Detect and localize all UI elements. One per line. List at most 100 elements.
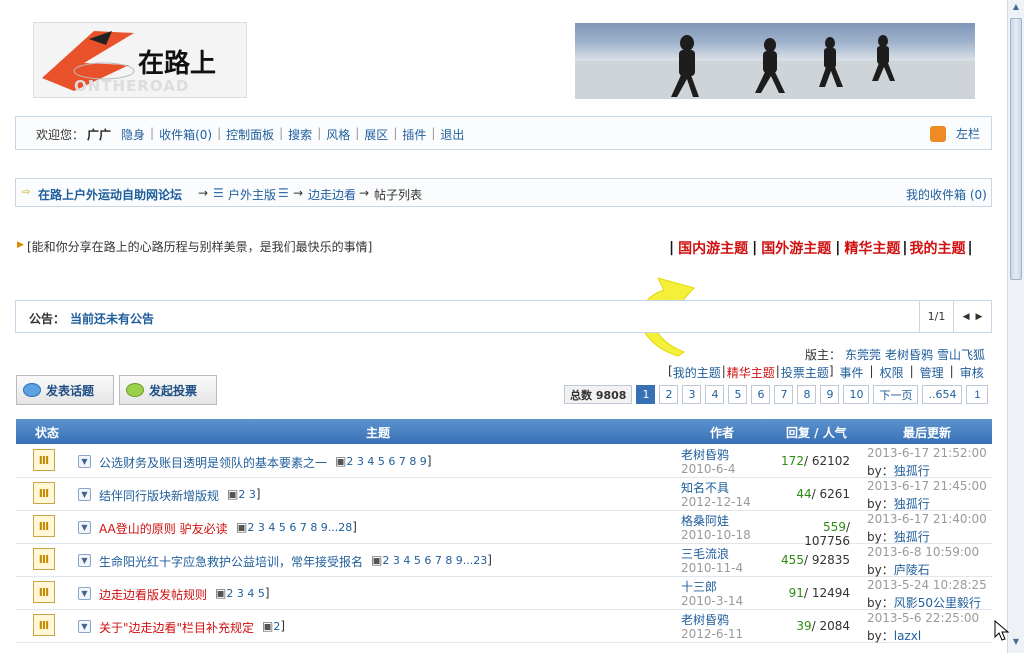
bracket-close: ] — [828, 364, 834, 378]
breadcrumb-section[interactable]: 户外主版 — [228, 186, 276, 203]
left-sidebar-toggle[interactable]: 左栏 — [956, 125, 980, 142]
topic-author[interactable]: 老树昏鸦 — [681, 611, 729, 628]
scroll-down-icon[interactable]: ▼ — [1010, 637, 1022, 649]
expand-chevron-icon[interactable]: ▼ — [78, 521, 91, 534]
vertical-scrollbar[interactable]: ▲ ▼ — [1007, 0, 1024, 653]
page-5[interactable]: 5 — [728, 385, 748, 404]
page-8[interactable]: 8 — [797, 385, 817, 404]
by-label: by： — [867, 464, 894, 478]
topic-title[interactable]: 公选财务及账目透明是领队的基本要素之一 — [99, 454, 327, 471]
page-10[interactable]: 10 — [843, 385, 870, 404]
menu-logout[interactable]: 退出 — [440, 126, 464, 143]
last-page-button[interactable]: ..654 — [922, 385, 963, 404]
last-poster[interactable]: 风影50公里毅行 — [894, 596, 981, 610]
topic-author[interactable]: 老树昏鸦 — [681, 446, 729, 463]
topic-author[interactable]: 格桑阿娃 — [681, 512, 729, 529]
expand-chevron-icon[interactable]: ▼ — [78, 455, 91, 468]
my-inbox-link[interactable]: 我的收件箱 (0) — [906, 186, 987, 203]
menu-search[interactable]: 搜索 — [288, 126, 312, 143]
menu-style[interactable]: 风格 — [326, 126, 350, 143]
scroll-up-icon[interactable]: ▲ — [1010, 2, 1022, 14]
multi-page-icon: ▣ — [227, 487, 239, 501]
topic-author[interactable]: 十三郎 — [681, 578, 717, 595]
topic-title[interactable]: 关于"边走边看"栏目补充规定 — [99, 619, 254, 636]
notice-text: 当前还未有公告 — [70, 312, 155, 326]
notice-page: 1/1 — [919, 301, 953, 332]
page-3[interactable]: 3 — [682, 385, 702, 404]
reply-count: 559 — [823, 520, 846, 534]
domestic-topics-link[interactable]: 国内游主题 — [678, 238, 748, 258]
page-1[interactable]: 1 — [636, 385, 656, 404]
last-poster[interactable]: 独孤行 — [894, 497, 930, 511]
theme-links: | 国内游主题 | 国外游主题 | 精华主题 | 我的主题 | — [669, 238, 973, 258]
filter-essence[interactable]: 精华主题 — [727, 364, 775, 381]
filter-events[interactable]: 事件 — [840, 364, 864, 381]
moderator-link[interactable]: 东莞莞 — [845, 346, 881, 363]
expand-chevron-icon[interactable]: ▼ — [78, 620, 91, 633]
filter-permissions[interactable]: 权限 — [880, 364, 904, 381]
last-update-time: 2013-6-17 21:45:00 — [867, 479, 987, 493]
last-poster[interactable]: lazxl — [894, 629, 921, 643]
filter-review[interactable]: 审核 — [960, 364, 984, 381]
scroll-thumb[interactable] — [1010, 18, 1022, 280]
start-vote-button[interactable]: 发起投票 — [119, 375, 217, 405]
username[interactable]: 广广 — [87, 126, 111, 143]
page-links[interactable]: 2 3 — [238, 488, 256, 501]
foreign-topics-link[interactable]: 国外游主题 — [761, 238, 831, 258]
topic-author[interactable]: 知名不具 — [681, 479, 729, 496]
page-9[interactable]: 9 — [820, 385, 840, 404]
topic-title[interactable]: 边走边看版发帖规则 — [99, 586, 207, 603]
page-links[interactable]: 2 3 4 5 — [226, 587, 264, 600]
page-links[interactable]: 2 3 4 5 6 7 8 9...23 — [382, 554, 487, 567]
breadcrumb-forum[interactable]: 在路上户外运动自助网论坛 — [38, 186, 182, 203]
moderator-link[interactable]: 雪山飞狐 — [937, 346, 985, 363]
page-jump-input[interactable] — [966, 385, 989, 404]
menu-invisible[interactable]: 隐身 — [121, 126, 145, 143]
page-4[interactable]: 4 — [705, 385, 725, 404]
page-6[interactable]: 6 — [751, 385, 771, 404]
filter-my-topics[interactable]: 我的主题 — [673, 364, 721, 381]
speech-bubble-icon — [23, 383, 41, 397]
filter-vote[interactable]: 投票主题 — [781, 364, 829, 381]
menu-gallery[interactable]: 展区 — [364, 126, 388, 143]
menu-plugins[interactable]: 插件 — [402, 126, 426, 143]
topic-title[interactable]: 生命阳光红十字应急救护公益培训，常年接受报名 — [99, 553, 363, 570]
page-links[interactable]: 2 3 4 5 6 7 8 9 — [346, 455, 426, 468]
topic-author[interactable]: 三毛流浪 — [681, 545, 729, 562]
prev-arrow-icon[interactable]: ◀ — [963, 312, 970, 322]
next-arrow-icon[interactable]: ▶ — [976, 312, 983, 322]
rss-icon[interactable] — [930, 126, 946, 142]
expand-chevron-icon[interactable]: ▼ — [78, 554, 91, 567]
arrow-icon: → — [293, 186, 304, 200]
next-page-button[interactable]: 下一页 — [873, 385, 919, 404]
topic-date: 2012-12-14 — [681, 495, 751, 509]
menu-control-panel[interactable]: 控制面板 — [226, 126, 274, 143]
expand-chevron-icon[interactable]: ▼ — [78, 587, 91, 600]
page-2[interactable]: 2 — [659, 385, 679, 404]
table-row: Ⅲ ▼ 公选财务及账目透明是领队的基本要素之一 ▣2 3 4 5 6 7 8 9] 老树… — [16, 445, 992, 478]
page-links[interactable]: 2 — [273, 620, 280, 633]
reply-count: 172 — [781, 454, 804, 468]
last-poster[interactable]: 独孤行 — [894, 530, 930, 544]
breadcrumb-board[interactable]: 边走边看 — [308, 186, 356, 203]
topic-pages: ▣2 3 4 5] — [215, 586, 270, 600]
table-row: Ⅲ ▼ 边走边看版发帖规则 ▣2 3 4 5] 十三郎 2010-3-14 91/ 1249… — [16, 577, 992, 610]
my-topics-link[interactable]: 我的主题 — [910, 238, 966, 258]
essence-topics-link[interactable]: 精华主题 — [844, 238, 900, 258]
site-logo[interactable]: 在路上 ONTHEROAD — [33, 22, 247, 98]
col-last-update: 最后更新 — [903, 426, 952, 440]
last-poster[interactable]: 独孤行 — [894, 464, 930, 478]
view-count: 92835 — [811, 553, 850, 567]
post-topic-button[interactable]: 发表话题 — [16, 375, 114, 405]
page-7[interactable]: 7 — [774, 385, 794, 404]
menu-inbox[interactable]: 收件箱(0) — [159, 126, 212, 143]
page-links[interactable]: 2 3 4 5 6 7 8 9...28 — [247, 521, 352, 534]
last-update-time: 2013-6-8 10:59:00 — [867, 545, 980, 559]
last-poster[interactable]: 庐陵石 — [894, 563, 930, 577]
topic-title[interactable]: 结伴同行版块新增版规 — [99, 487, 219, 504]
topic-title[interactable]: AA登山的原则 驴友必读 — [99, 520, 228, 537]
expand-chevron-icon[interactable]: ▼ — [78, 488, 91, 501]
filter-manage[interactable]: 管理 — [920, 364, 944, 381]
greeting-label: 欢迎您： — [36, 128, 85, 142]
moderator-link[interactable]: 老树昏鸦 — [885, 346, 933, 363]
